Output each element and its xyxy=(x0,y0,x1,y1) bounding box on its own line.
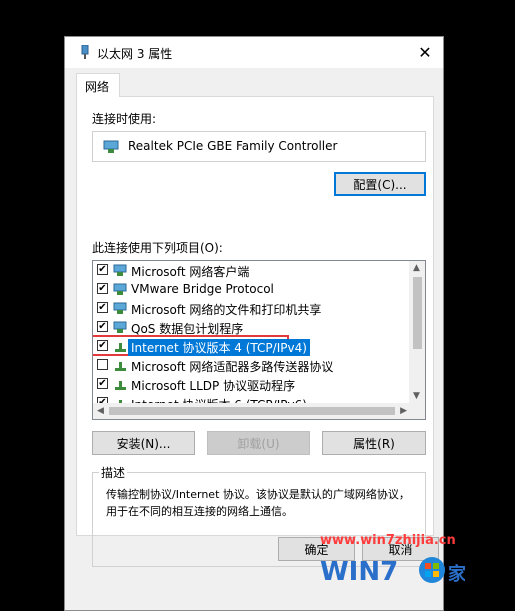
adapter-icon xyxy=(103,140,119,153)
scroll-corner xyxy=(409,403,425,419)
scroll-down-icon[interactable]: ▼ xyxy=(413,391,420,401)
window-title: 以太网 3 属性 xyxy=(97,47,173,61)
watermark-url: www.win7zhijia.cn xyxy=(320,533,456,548)
qos-icon xyxy=(113,321,127,333)
close-icon: ✕ xyxy=(418,43,432,62)
item-checkbox[interactable]: ✔ xyxy=(97,321,108,332)
adapter-box: Realtek PCIe GBE Family Controller xyxy=(92,131,426,162)
svg-text:家: 家 xyxy=(448,563,465,585)
scroll-up-icon[interactable]: ▲ xyxy=(413,263,420,273)
list-item[interactable]: ✔ VMware Bridge Protocol xyxy=(93,280,411,299)
item-label: Microsoft 网络客户端 xyxy=(131,265,250,279)
svg-text:WIN7: WIN7 xyxy=(320,557,398,587)
components-list[interactable]: ✔ Microsoft 网络客户端 ✔ VMware Bridge Protoc… xyxy=(92,260,426,420)
title-bar[interactable]: 以太网 3 属性 ✕ xyxy=(65,37,443,68)
properties-button[interactable]: 属性(R) xyxy=(322,431,426,455)
network-adapter-icon xyxy=(81,45,89,59)
items-label: 此连接使用下列项目(O): xyxy=(92,241,223,255)
item-checkbox[interactable] xyxy=(97,359,108,370)
scroll-left-icon[interactable]: ◀ xyxy=(97,406,104,416)
item-label: VMware Bridge Protocol xyxy=(131,282,274,296)
adapter-name: Realtek PCIe GBE Family Controller xyxy=(128,139,338,153)
protocol-icon xyxy=(113,283,127,295)
scroll-thumb[interactable] xyxy=(109,407,395,415)
item-checkbox[interactable]: ✔ xyxy=(97,264,108,275)
tab-panel: 连接时使用: Realtek PCIe GBE Family Controlle… xyxy=(76,96,434,567)
configure-button[interactable]: 配置(C)... xyxy=(334,172,426,196)
item-checkbox[interactable]: ✔ xyxy=(97,283,108,294)
scroll-thumb[interactable] xyxy=(413,277,422,349)
list-item[interactable]: ✔ Microsoft LLDP 协议驱动程序 xyxy=(93,375,411,394)
list-item[interactable]: ✔ Microsoft 网络的文件和打印机共享 xyxy=(93,299,411,318)
item-label: Microsoft LLDP 协议驱动程序 xyxy=(131,379,296,393)
vertical-scrollbar[interactable]: ▲ ▼ xyxy=(409,261,425,403)
tab-label: 网络 xyxy=(85,80,110,94)
protocol-icon xyxy=(115,362,126,371)
item-label: Internet 协议版本 4 (TCP/IPv4) xyxy=(128,339,310,356)
scroll-right-icon[interactable]: ▶ xyxy=(400,406,407,416)
protocol-icon xyxy=(115,381,126,390)
connect-using-label: 连接时使用: xyxy=(92,112,157,126)
protocol-icon xyxy=(115,343,126,352)
item-label: Microsoft 网络的文件和打印机共享 xyxy=(131,303,322,317)
uninstall-button[interactable]: 卸载(U) xyxy=(207,431,310,455)
win7-logo: WIN7 家 xyxy=(320,557,465,587)
list-item[interactable]: Microsoft 网络适配器多路传送器协议 xyxy=(93,356,411,375)
install-button[interactable]: 安装(N)... xyxy=(92,431,195,455)
tab-network[interactable]: 网络 xyxy=(76,73,120,97)
network-client-icon xyxy=(113,264,127,276)
item-label: Microsoft 网络适配器多路传送器协议 xyxy=(131,360,334,374)
item-checkbox[interactable]: ✔ xyxy=(97,378,108,389)
close-button[interactable]: ✕ xyxy=(407,37,443,68)
item-checkbox[interactable]: ✔ xyxy=(97,302,108,313)
description-title: 描述 xyxy=(99,464,128,481)
list-item[interactable]: ✔ Microsoft 网络客户端 xyxy=(93,261,411,280)
list-item-selected[interactable]: ✔ Internet 协议版本 4 (TCP/IPv4) xyxy=(93,335,411,356)
item-checkbox[interactable]: ✔ xyxy=(97,340,108,351)
file-sharing-icon xyxy=(113,302,127,314)
properties-dialog: 以太网 3 属性 ✕ 网络 连接时使用: Realtek PCIe GBE Fa… xyxy=(64,36,444,611)
description-text: 传输控制协议/Internet 协议。该协议是默认的广域网络协议，用于在不同的相… xyxy=(106,488,410,518)
horizontal-scrollbar[interactable]: ◀ ▶ xyxy=(93,403,411,419)
